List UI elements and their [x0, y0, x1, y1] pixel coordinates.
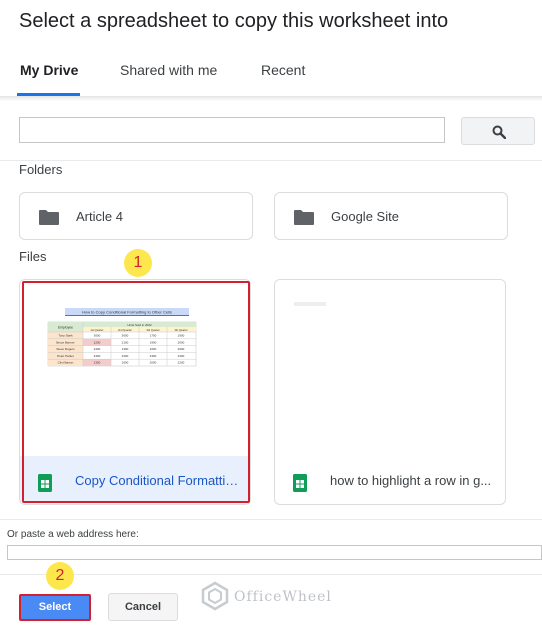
preview-cell: 3400 — [94, 354, 101, 358]
preview-cell: 1600 — [150, 347, 157, 351]
preview-cell: 3000 — [94, 334, 101, 338]
preview-cell: 2300 — [178, 354, 185, 358]
preview-cell: Tony Stark — [58, 334, 73, 338]
header-shadow — [0, 96, 542, 101]
preview-title: How to Copy Conditional Formatting to Ot… — [82, 310, 172, 315]
divider — [0, 519, 542, 520]
file-card-footer: how to highlight a row in g... — [275, 456, 505, 504]
search-input[interactable] — [19, 117, 445, 143]
officewheel-logo-icon — [201, 581, 229, 611]
preview-cell: 2200 — [178, 361, 185, 365]
preview-employee-header: Employee — [58, 326, 73, 330]
preview-cell: 2000 — [178, 340, 185, 344]
paste-url-input[interactable] — [7, 545, 542, 560]
preview-cell: 2000 — [150, 361, 157, 365]
spreadsheet-preview: How to Copy Conditional Formatting to Ot… — [47, 308, 197, 367]
select-button[interactable]: Select — [19, 594, 91, 621]
dialog-title: Select a spreadsheet to copy this worksh… — [19, 10, 449, 32]
preview-cell: 2100 — [122, 340, 129, 344]
preview-cell: Bruce Banner — [56, 340, 74, 344]
file-card-footer: Copy Conditional Formattin... — [20, 456, 250, 504]
preview-cell: Steve Rogers — [56, 347, 75, 351]
search-button[interactable] — [461, 117, 535, 145]
file-thumbnail: How to Copy Conditional Formatting to Ot… — [20, 280, 250, 456]
tab-shared-with-me[interactable]: Shared with me — [120, 62, 217, 78]
preview-cell: 1900 — [150, 340, 157, 344]
spreadsheet-preview — [294, 302, 326, 306]
file-name: Copy Conditional Formattin... — [75, 473, 243, 488]
preview-cell: 1700 — [150, 334, 157, 338]
preview-cell: 1300 — [94, 361, 101, 365]
preview-cell: 2300 — [150, 354, 157, 358]
divider — [0, 160, 542, 161]
preview-quarter: 1st Quarter — [91, 328, 104, 332]
folder-icon — [294, 210, 314, 225]
tab-my-drive[interactable]: My Drive — [20, 62, 78, 78]
file-thumbnail — [275, 280, 505, 456]
folder-google-site[interactable]: Google Site — [274, 192, 508, 240]
file-card-how-to-highlight-a-row[interactable]: how to highlight a row in g... — [274, 279, 506, 505]
folder-article-4[interactable]: Article 4 — [19, 192, 253, 240]
preview-cell: 2300 — [122, 354, 129, 358]
preview-cell: 1200 — [94, 340, 101, 344]
preview-quarter: 2nd Quarter — [118, 328, 132, 332]
preview-cell: 1600 — [122, 361, 129, 365]
search-icon — [492, 125, 506, 139]
file-name: how to highlight a row in g... — [330, 473, 492, 488]
preview-group-header: Units Sold in 2022 — [127, 323, 152, 327]
preview-cell: Peter Parker — [57, 354, 74, 358]
paste-url-label: Or paste a web address here: — [7, 529, 139, 540]
tab-recent[interactable]: Recent — [261, 62, 305, 78]
officewheel-watermark: OfficeWheel — [200, 581, 350, 613]
google-sheets-icon — [38, 474, 52, 492]
file-card-copy-conditional-formatting[interactable]: How to Copy Conditional Formatting to Ot… — [19, 279, 251, 505]
google-sheets-icon — [293, 474, 307, 492]
preview-cell: 3600 — [122, 334, 129, 338]
cancel-button[interactable]: Cancel — [108, 593, 178, 621]
files-label: Files — [19, 249, 47, 264]
tab-bar: My Drive Shared with me Recent — [0, 48, 542, 96]
folder-name: Google Site — [331, 209, 399, 224]
preview-cell: 1300 — [122, 347, 129, 351]
preview-cell: Clint Barton — [58, 361, 74, 365]
step-badge-1: 1 — [124, 249, 152, 277]
preview-quarter: 4th Quarter — [174, 328, 187, 332]
watermark-text: OfficeWheel — [234, 589, 332, 605]
step-badge-2: 2 — [46, 562, 74, 590]
preview-cell: 2000 — [178, 347, 185, 351]
preview-cell: 1900 — [178, 334, 185, 338]
preview-quarter: 3rd Quarter — [146, 328, 159, 332]
preview-cell: 2400 — [94, 347, 101, 351]
folders-label: Folders — [19, 162, 63, 177]
folder-name: Article 4 — [76, 209, 123, 224]
folder-icon — [39, 210, 59, 225]
